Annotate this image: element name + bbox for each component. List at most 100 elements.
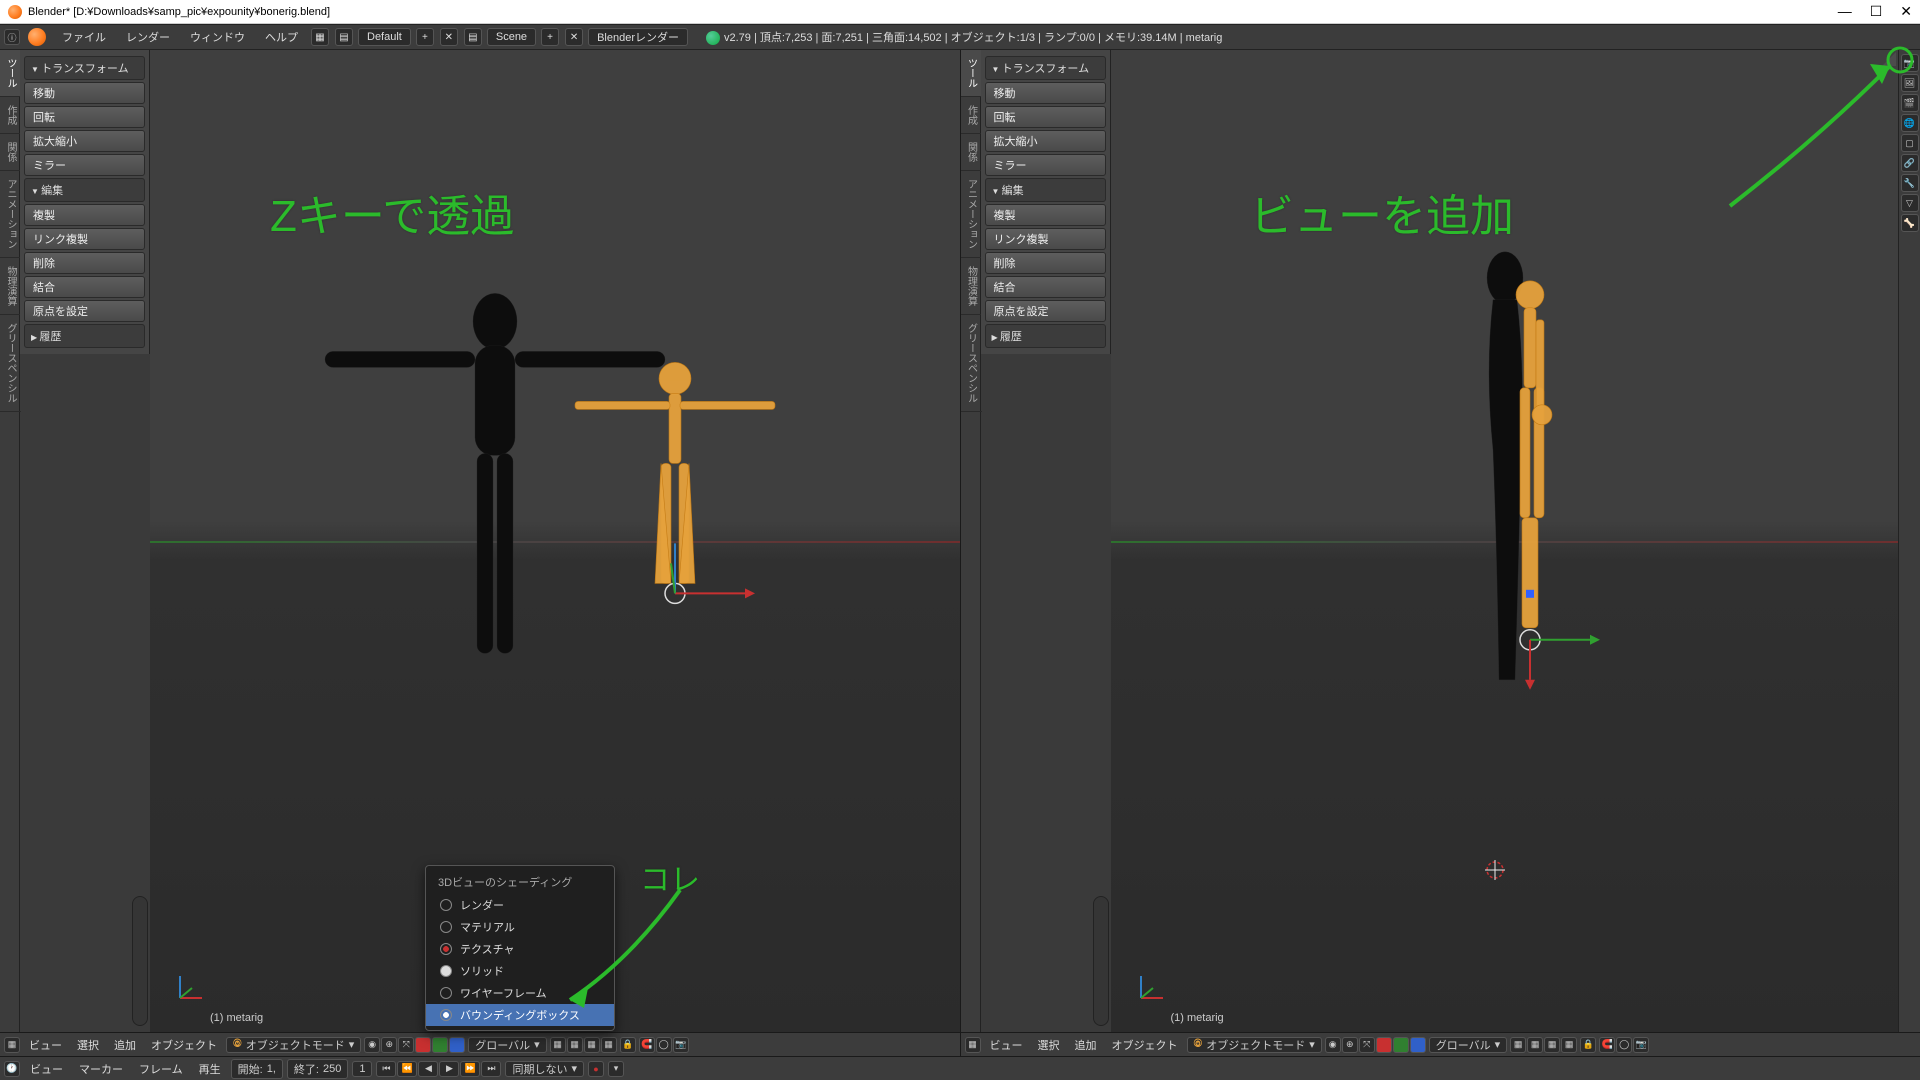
prop-data-icon[interactable]: ▽ xyxy=(1901,194,1919,212)
tl-marker[interactable]: マーカー xyxy=(73,1059,129,1079)
tab-create[interactable]: 作成 xyxy=(0,97,21,134)
layer-btn[interactable]: ▦ xyxy=(1544,1037,1560,1053)
btn-dup-linked[interactable]: リンク複製 xyxy=(985,228,1106,250)
btn-set-origin[interactable]: 原点を設定 xyxy=(24,300,145,322)
btn-mirror[interactable]: ミラー xyxy=(985,154,1106,176)
panel-edit[interactable]: 編集 xyxy=(985,178,1106,202)
frame-current[interactable]: 1 xyxy=(352,1061,372,1077)
btn-rotate[interactable]: 回転 xyxy=(985,106,1106,128)
split-corner-icon[interactable] xyxy=(1882,52,1896,66)
menu-object[interactable]: オブジェクト xyxy=(145,1035,223,1055)
tab-physics[interactable]: 物理演算 xyxy=(961,258,982,315)
editor-type-timeline-icon[interactable]: 🕐 xyxy=(4,1061,20,1077)
frame-end[interactable]: 終了:250 xyxy=(287,1059,348,1079)
panel-transform[interactable]: トランスフォーム xyxy=(985,56,1106,80)
keyset-icon[interactable]: ▾ xyxy=(608,1061,624,1077)
popup-item-texture[interactable]: テクスチャ xyxy=(426,938,614,960)
scene-browse-icon[interactable]: ▤ xyxy=(335,28,353,46)
btn-scale[interactable]: 拡大縮小 xyxy=(985,130,1106,152)
render-preview-icon[interactable]: 📷 xyxy=(673,1037,689,1053)
panel-history[interactable]: 履歴 xyxy=(24,324,145,348)
scrollbar[interactable] xyxy=(1093,896,1109,1026)
prop-modifiers-icon[interactable]: 🔧 xyxy=(1901,174,1919,192)
btn-mirror[interactable]: ミラー xyxy=(24,154,145,176)
popup-item-solid[interactable]: ソリッド xyxy=(426,960,614,982)
view3d-right[interactable]: (1) metarig xyxy=(1111,50,1920,1032)
axis-z-icon[interactable] xyxy=(1410,1037,1426,1053)
tab-physics[interactable]: 物理演算 xyxy=(0,258,21,315)
autokey-icon[interactable]: ● xyxy=(588,1061,604,1077)
proportional-icon[interactable]: ◯ xyxy=(656,1037,672,1053)
manipulator-icon[interactable]: ⤧ xyxy=(398,1037,414,1053)
btn-duplicate[interactable]: 複製 xyxy=(24,204,145,226)
tab-animation[interactable]: アニメーション xyxy=(0,171,21,258)
editor-type-3d-icon[interactable]: ▦ xyxy=(965,1037,981,1053)
orientation-select[interactable]: グローバル▾ xyxy=(1429,1037,1507,1053)
proportional-icon[interactable]: ◯ xyxy=(1616,1037,1632,1053)
tab-relations[interactable]: 関係 xyxy=(961,134,982,171)
editor-type-icon[interactable]: ⓘ xyxy=(4,29,20,45)
jump-end-icon[interactable]: ⏭ xyxy=(481,1061,501,1077)
tab-gpencil[interactable]: グリースペンシル xyxy=(0,315,21,412)
orientation-select[interactable]: グローバル▾ xyxy=(468,1037,546,1053)
btn-duplicate[interactable]: 複製 xyxy=(985,204,1106,226)
prop-bone-icon[interactable]: 🦴 xyxy=(1901,214,1919,232)
tab-tools[interactable]: ツール xyxy=(961,50,982,97)
btn-rotate[interactable]: 回転 xyxy=(24,106,145,128)
scrollbar[interactable] xyxy=(132,896,148,1026)
menu-add[interactable]: 追加 xyxy=(1069,1035,1103,1055)
btn-dup-linked[interactable]: リンク複製 xyxy=(24,228,145,250)
tab-animation[interactable]: アニメーション xyxy=(961,171,982,258)
tl-playback[interactable]: 再生 xyxy=(193,1059,227,1079)
popup-item-wireframe[interactable]: ワイヤーフレーム xyxy=(426,982,614,1004)
back-to-prev-icon[interactable]: ▦ xyxy=(311,28,329,46)
menu-window[interactable]: ウィンドウ xyxy=(182,26,253,48)
shading-icon[interactable]: ◉ xyxy=(1325,1037,1341,1053)
scene-add-icon[interactable]: + xyxy=(541,28,559,46)
layer-btn[interactable]: ▦ xyxy=(550,1037,566,1053)
tl-frame[interactable]: フレーム xyxy=(133,1059,189,1079)
axis-x-icon[interactable] xyxy=(415,1037,431,1053)
frame-start[interactable]: 開始:1, xyxy=(231,1059,283,1079)
menu-object[interactable]: オブジェクト xyxy=(1106,1035,1184,1055)
popup-item-bbox[interactable]: バウンディングボックス xyxy=(426,1004,614,1026)
axis-y-icon[interactable] xyxy=(432,1037,448,1053)
layer-btn[interactable]: ▦ xyxy=(1510,1037,1526,1053)
close-button[interactable]: ✕ xyxy=(1900,3,1912,20)
menu-view[interactable]: ビュー xyxy=(23,1035,68,1055)
menu-select[interactable]: 選択 xyxy=(1032,1035,1066,1055)
sync-mode[interactable]: 同期しない▾ xyxy=(505,1061,584,1077)
lock-camera-icon[interactable]: 🔒 xyxy=(620,1037,636,1053)
scene-browse2-icon[interactable]: ▤ xyxy=(464,28,482,46)
maximize-button[interactable]: ☐ xyxy=(1870,3,1883,20)
popup-item-rendered[interactable]: レンダー xyxy=(426,894,614,916)
layer-btn[interactable]: ▦ xyxy=(1527,1037,1543,1053)
lock-camera-icon[interactable]: 🔒 xyxy=(1580,1037,1596,1053)
play-icon[interactable]: ▶ xyxy=(439,1061,459,1077)
tl-view[interactable]: ビュー xyxy=(24,1059,69,1079)
mode-select[interactable]: 🞋オブジェクトモード▾ xyxy=(1187,1037,1322,1053)
next-key-icon[interactable]: ⏩ xyxy=(460,1061,480,1077)
prop-scene-icon[interactable]: 🎬 xyxy=(1901,94,1919,112)
pivot-icon[interactable]: ⊕ xyxy=(1342,1037,1358,1053)
editor-type-3d-icon[interactable]: ▦ xyxy=(4,1037,20,1053)
menu-add[interactable]: 追加 xyxy=(108,1035,142,1055)
axis-z-icon[interactable] xyxy=(449,1037,465,1053)
menu-view[interactable]: ビュー xyxy=(984,1035,1029,1055)
btn-set-origin[interactable]: 原点を設定 xyxy=(985,300,1106,322)
shading-icon[interactable]: ◉ xyxy=(364,1037,380,1053)
tab-tools[interactable]: ツール xyxy=(0,50,21,97)
panel-history[interactable]: 履歴 xyxy=(985,324,1106,348)
prop-layers-icon[interactable]: 🖼 xyxy=(1901,74,1919,92)
axis-y-icon[interactable] xyxy=(1393,1037,1409,1053)
popup-item-material[interactable]: マテリアル xyxy=(426,916,614,938)
layout-add-icon[interactable]: + xyxy=(416,28,434,46)
layer-btn[interactable]: ▦ xyxy=(584,1037,600,1053)
btn-join[interactable]: 結合 xyxy=(985,276,1106,298)
prop-render-icon[interactable]: 📷 xyxy=(1901,54,1919,72)
snap-icon[interactable]: 🧲 xyxy=(1599,1037,1615,1053)
btn-join[interactable]: 結合 xyxy=(24,276,145,298)
menu-file[interactable]: ファイル xyxy=(54,26,114,48)
btn-delete[interactable]: 削除 xyxy=(985,252,1106,274)
manipulator-icon[interactable]: ⤧ xyxy=(1359,1037,1375,1053)
